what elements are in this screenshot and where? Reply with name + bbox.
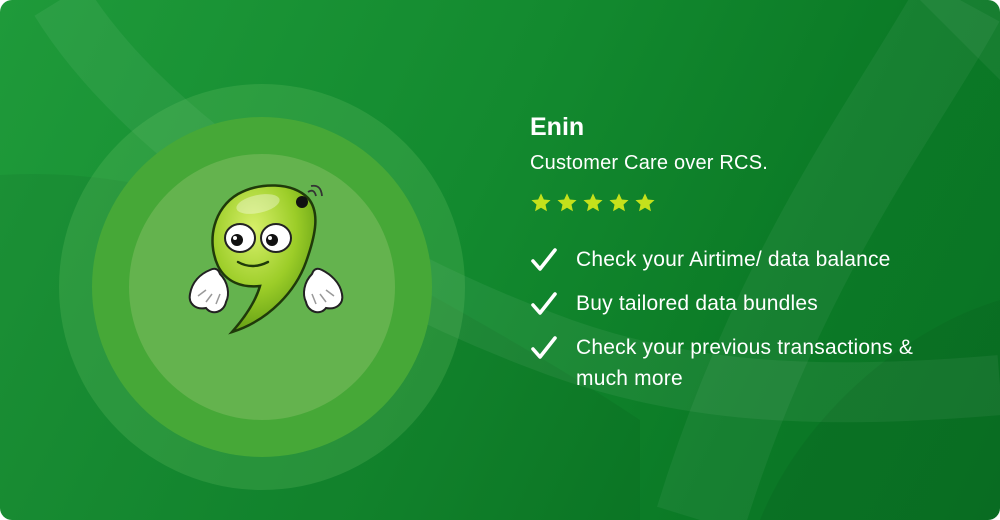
feature-item: Check your Airtime/ data balance bbox=[530, 244, 970, 275]
star-icon bbox=[583, 193, 603, 212]
star-icon bbox=[635, 193, 655, 212]
checkmark-icon bbox=[531, 248, 557, 271]
bot-tagline: Customer Care over RCS. bbox=[530, 152, 768, 174]
feature-item: Check your previous transactions & much … bbox=[530, 332, 970, 394]
feature-item: Buy tailored data bundles bbox=[530, 288, 970, 319]
bot-name: Enin bbox=[530, 113, 585, 141]
feature-text: Buy tailored data bundles bbox=[576, 292, 818, 315]
star-icon bbox=[609, 193, 629, 212]
mascot-icon bbox=[188, 184, 344, 335]
bot-card: Enin Customer Care over RCS. Check your … bbox=[0, 0, 1000, 520]
feature-list: Check your Airtime/ data balance Buy tai… bbox=[530, 244, 970, 394]
bot-info: Enin Customer Care over RCS. Check your … bbox=[530, 112, 970, 410]
star-icon bbox=[531, 193, 551, 212]
star-rating bbox=[530, 192, 970, 216]
checkmark-icon bbox=[531, 336, 557, 359]
feature-text: Check your previous transactions & much … bbox=[576, 336, 914, 390]
checkmark-icon bbox=[531, 292, 557, 315]
star-icon bbox=[557, 193, 577, 212]
feature-text: Check your Airtime/ data balance bbox=[576, 248, 891, 271]
